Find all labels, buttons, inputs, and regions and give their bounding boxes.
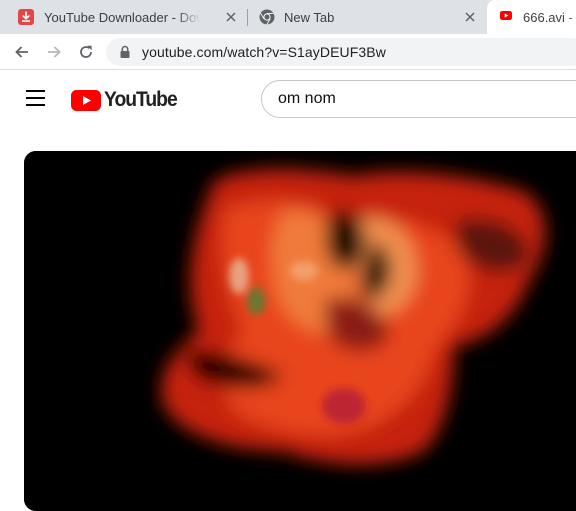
tab-active-video[interactable]: 666.avi - YouTube — [487, 0, 576, 34]
menu-icon[interactable] — [26, 90, 46, 106]
reload-button[interactable] — [74, 40, 98, 64]
tab-new-tab[interactable]: New Tab — [248, 0, 486, 34]
reload-icon — [80, 45, 92, 58]
tab-title: YouTube Downloader - Download — [44, 9, 200, 25]
youtube-icon — [500, 11, 512, 20]
close-tab-icon[interactable] — [463, 10, 477, 24]
close-tab-icon[interactable] — [224, 10, 238, 24]
search-input[interactable]: om nom — [261, 80, 576, 118]
youtube-play-icon — [71, 89, 101, 111]
address-bar[interactable]: youtube.com/watch?v=S1ayDEUF3Bw — [106, 38, 576, 66]
forward-button[interactable] — [42, 40, 66, 64]
search-query: om nom — [278, 90, 336, 107]
tab-strip: YouTube Downloader - Download New Tab 66… — [0, 0, 576, 34]
arrow-right-icon — [48, 46, 61, 58]
lock-icon[interactable] — [119, 45, 131, 59]
tab-title: New Tab — [284, 9, 335, 25]
youtube-logo[interactable]: YouTube — [71, 88, 183, 112]
youtube-header: YouTube om nom — [0, 70, 576, 128]
arrow-left-icon — [15, 46, 28, 58]
video-player[interactable] — [24, 151, 576, 511]
browser-toolbar: youtube.com/watch?v=S1ayDEUF3Bw — [0, 34, 576, 70]
back-button[interactable] — [10, 40, 34, 64]
tab-title: 666.avi - YouTube — [523, 9, 576, 25]
url-text: youtube.com/watch?v=S1ayDEUF3Bw — [142, 44, 386, 60]
youtube-wordmark: YouTube — [104, 88, 178, 111]
download-icon — [18, 9, 34, 25]
tab-youtube-downloader[interactable]: YouTube Downloader - Download — [0, 0, 248, 34]
chrome-icon — [259, 9, 275, 25]
video-frame — [24, 151, 576, 511]
